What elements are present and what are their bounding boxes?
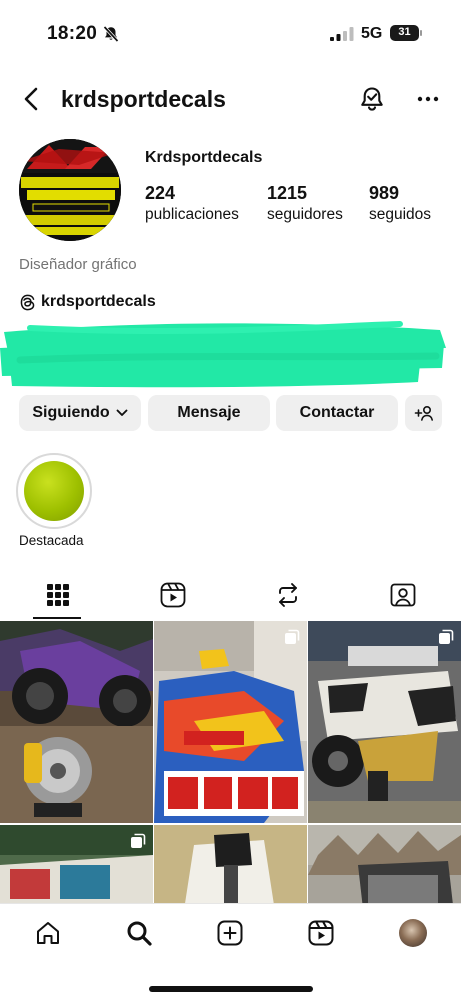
post-image (154, 621, 307, 823)
battery-icon: 31 (390, 25, 422, 41)
following-count[interactable]: 989 seguidos (369, 183, 431, 224)
network-type: 5G (361, 25, 383, 42)
active-tab-indicator (33, 617, 81, 619)
tab-reels[interactable] (115, 570, 230, 620)
posts-count-value: 224 (145, 183, 176, 203)
profile-username: krdsportdecals (61, 86, 226, 112)
nav-create[interactable] (215, 918, 245, 948)
story-highlight[interactable] (16, 453, 92, 529)
following-button-label: Siguiendo (32, 404, 110, 421)
tab-reposts[interactable] (230, 570, 345, 620)
back-arrow-icon[interactable] (20, 86, 44, 112)
profile-avatar[interactable] (19, 139, 121, 241)
tagged-user-icon (390, 583, 415, 607)
profile-display-name: Krdsportdecals (145, 149, 263, 166)
notifications-bell-icon[interactable] (358, 85, 386, 113)
reels-icon (160, 582, 185, 608)
status-bar: 18:20 5G 31 (0, 0, 461, 62)
threads-profile-link[interactable]: krdsportdecals (19, 291, 156, 313)
battery-level: 31 (398, 26, 411, 38)
following-count-value: 989 (369, 183, 400, 203)
profile-content-tabs (0, 570, 461, 620)
post-image (308, 825, 461, 903)
profile-header: krdsportdecals (0, 78, 461, 122)
search-icon (127, 921, 152, 946)
multiple-photos-icon (439, 629, 454, 644)
grid-icon (46, 584, 69, 606)
post-thumbnail[interactable] (154, 825, 307, 903)
create-post-icon (217, 920, 243, 946)
nav-search[interactable] (124, 918, 154, 948)
multiple-photos-icon (285, 629, 300, 644)
following-count-label: seguidos (369, 206, 432, 223)
profile-category: Diseñador gráfico (19, 256, 137, 273)
post-thumbnail[interactable] (154, 621, 307, 823)
threads-icon (20, 294, 35, 310)
signal-icon (330, 27, 354, 41)
contact-button[interactable]: Contactar (276, 395, 398, 431)
posts-grid (0, 621, 461, 903)
post-image (154, 825, 307, 903)
status-time: 18:20 (47, 23, 98, 44)
followers-count[interactable]: 1215 seguidores (267, 183, 343, 224)
followers-count-label: seguidores (267, 206, 343, 223)
highlight-label: Destacada (19, 533, 84, 548)
chevron-down-icon (116, 409, 128, 416)
post-thumbnail[interactable] (308, 621, 461, 823)
threads-handle: krdsportdecals (41, 293, 156, 310)
tab-posts-grid[interactable] (0, 570, 115, 620)
post-thumbnail[interactable] (0, 621, 153, 823)
avatar-logo-image (19, 139, 121, 241)
nav-profile[interactable] (398, 918, 428, 948)
profile-avatar-icon (399, 919, 427, 947)
add-person-icon (414, 405, 433, 421)
reels-icon (308, 920, 334, 946)
followers-count-value: 1215 (267, 183, 308, 203)
redaction-scribble (0, 321, 446, 388)
post-image (0, 621, 153, 823)
more-options-icon[interactable] (416, 86, 440, 112)
tab-tagged[interactable] (345, 570, 460, 620)
home-indicator (149, 986, 313, 992)
message-button-label: Mensaje (177, 404, 241, 421)
message-button[interactable]: Mensaje (148, 395, 270, 431)
nav-home[interactable] (33, 918, 63, 948)
following-button[interactable]: Siguiendo (19, 395, 141, 431)
posts-count[interactable]: 224 publicaciones (145, 183, 239, 224)
post-image (308, 621, 461, 823)
repost-icon (278, 583, 297, 607)
bell-off-icon (103, 25, 119, 43)
nav-reels[interactable] (306, 918, 336, 948)
contact-button-label: Contactar (299, 404, 375, 421)
bottom-navigation (0, 903, 461, 1000)
post-thumbnail[interactable] (308, 825, 461, 903)
multiple-photos-icon (131, 833, 146, 848)
suggest-people-button[interactable] (405, 395, 442, 431)
home-icon (37, 922, 59, 944)
highlight-cover (24, 461, 84, 521)
posts-count-label: publicaciones (145, 206, 239, 223)
post-thumbnail[interactable] (0, 825, 153, 903)
